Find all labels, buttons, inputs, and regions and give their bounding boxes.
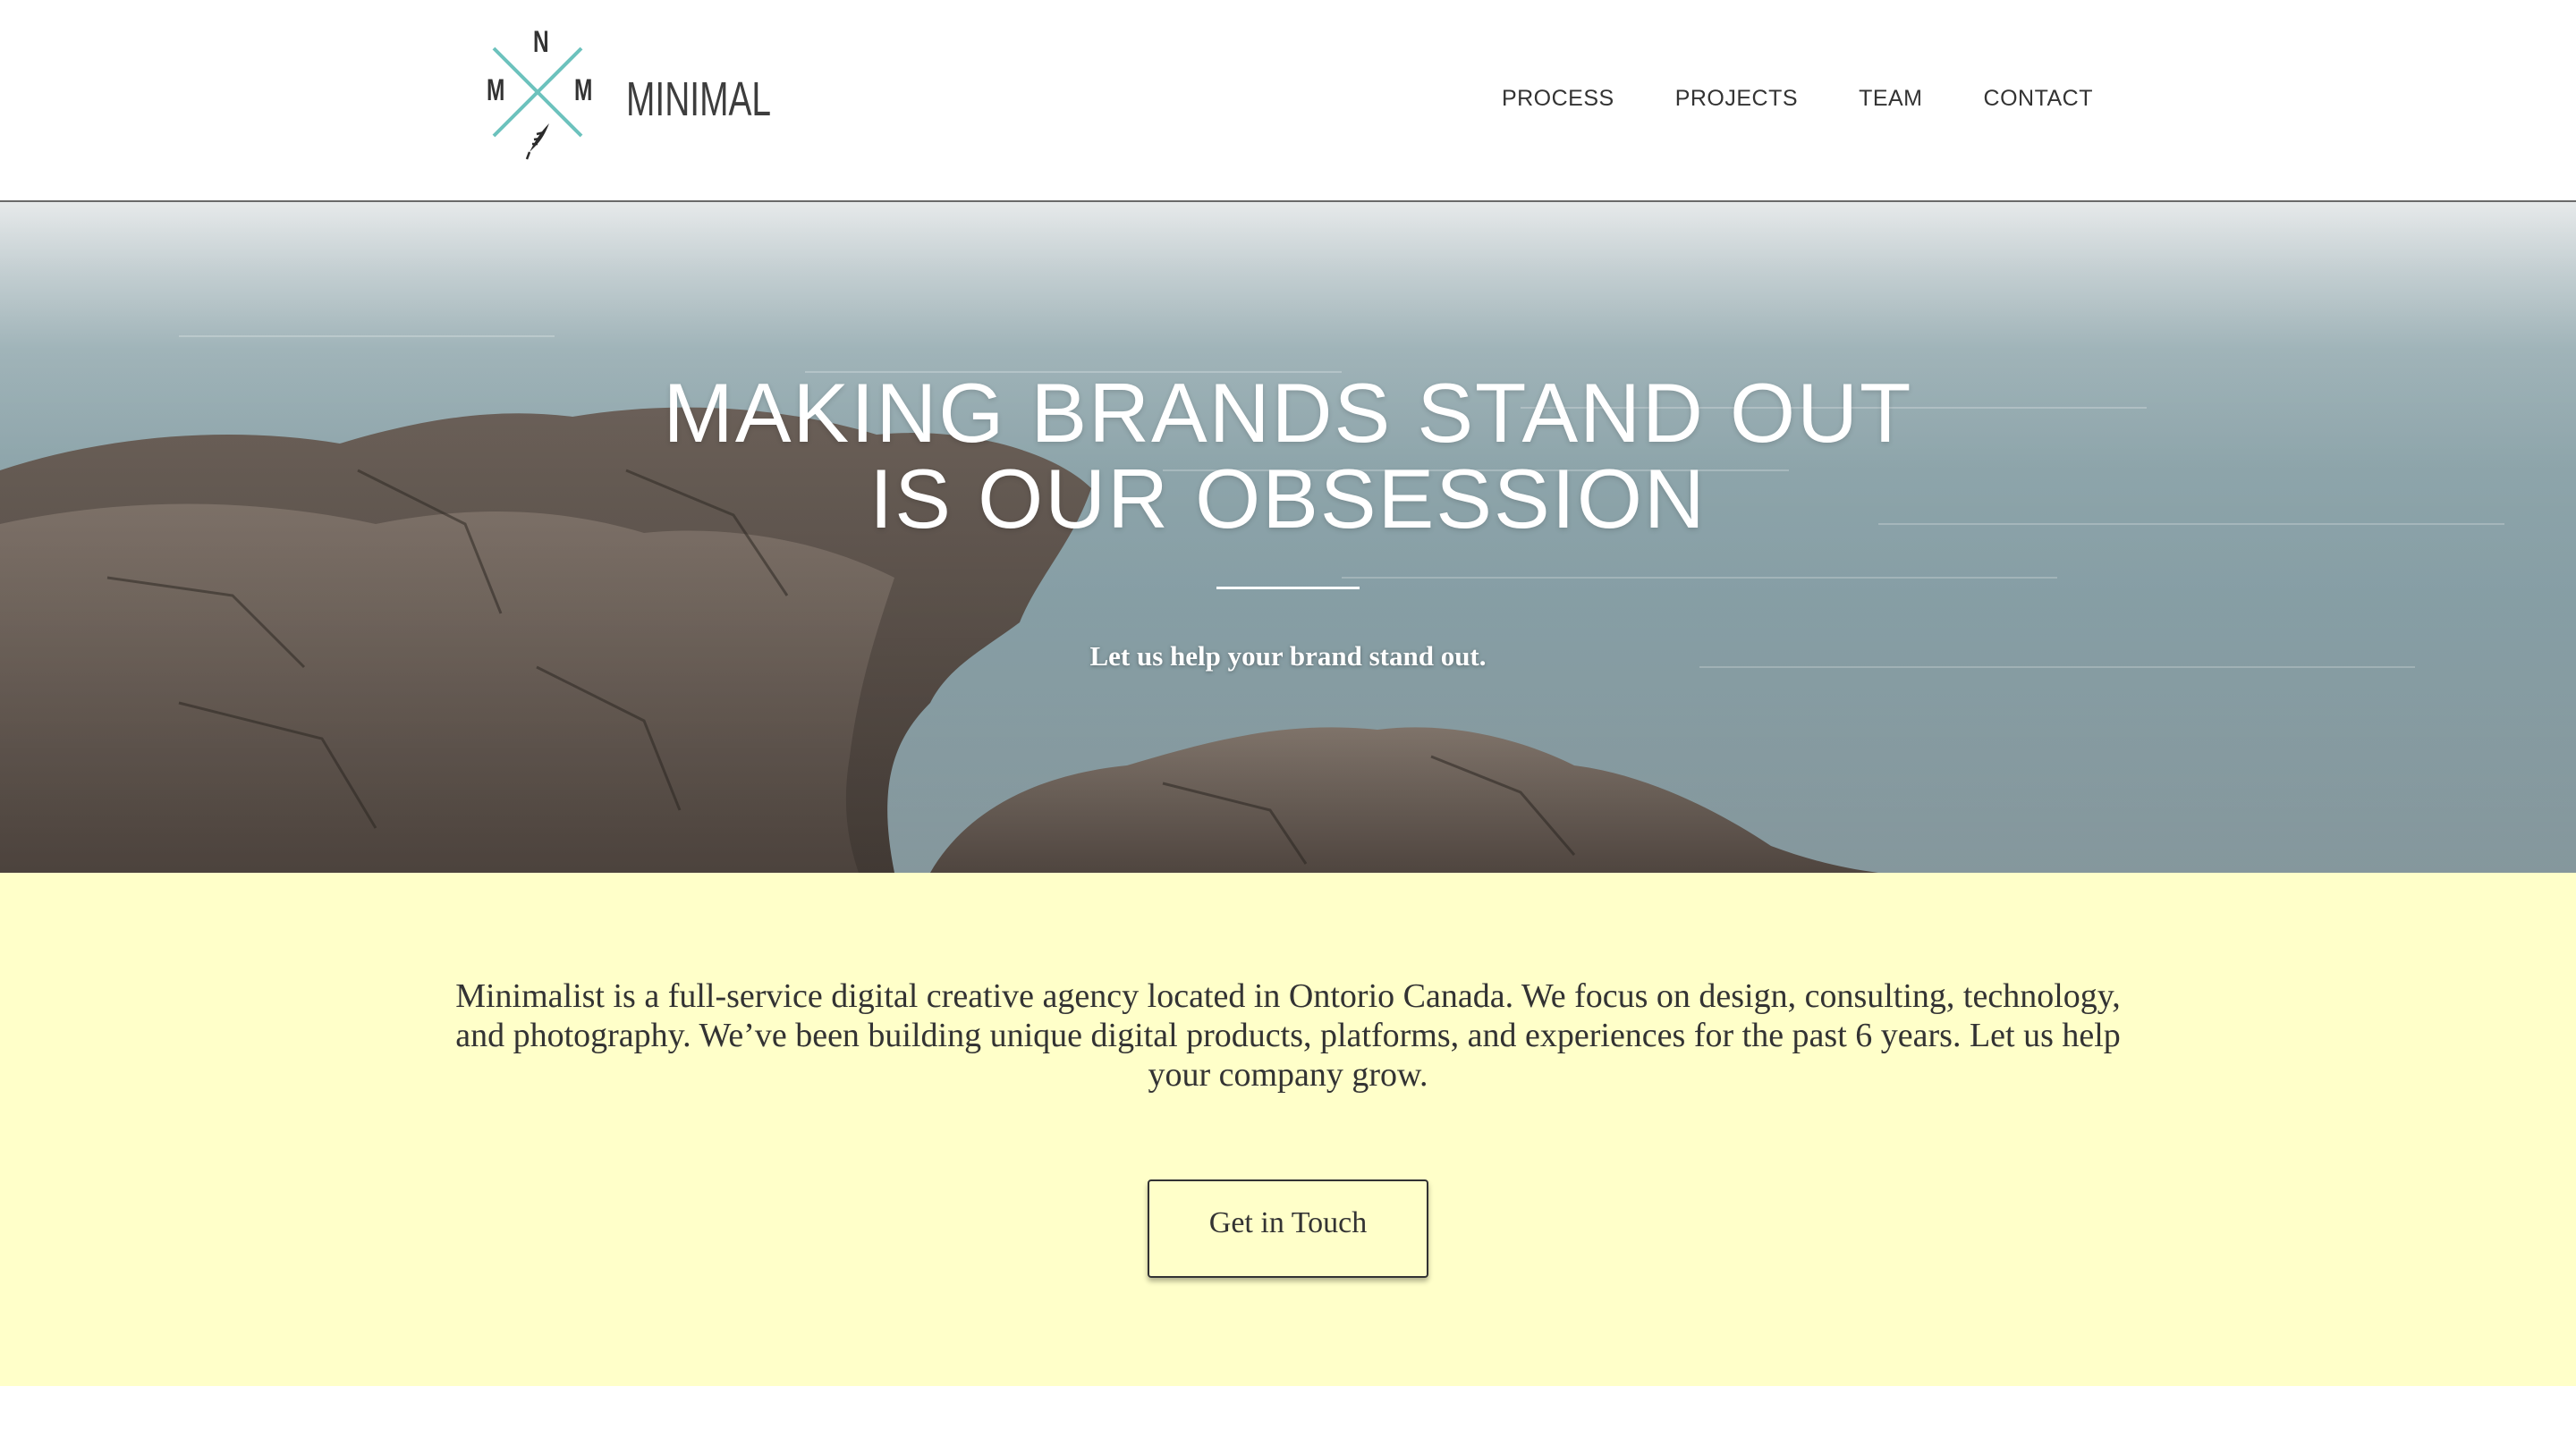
nav-link-process[interactable]: PROCESS [1502,86,1614,116]
logo-mark: N M M [483,25,599,161]
page-bottom-spacer [0,1386,2576,1454]
nav-link-projects[interactable]: PROJECTS [1675,86,1798,116]
hero-section: MAKING BRANDS STAND OUT IS OUR OBSESSION… [0,202,2576,873]
hero-title: MAKING BRANDS STAND OUT IS OUR OBSESSION [0,370,2576,542]
get-in-touch-button[interactable]: Get in Touch [1148,1179,1428,1278]
brand-name: MINIMAL [626,72,772,126]
hero-title-line-2: IS OUR OBSESSION [869,452,1707,545]
hero-divider [1216,587,1360,589]
main-nav: PROCESS PROJECTS TEAM CONTACT [1502,86,2093,116]
hero-title-line-1: MAKING BRANDS STAND OUT [663,366,1913,460]
intro-paragraph: Minimalist is a full-service digital cre… [455,977,2121,1094]
logo-letter-m-left: M [487,73,505,107]
nav-link-team[interactable]: TEAM [1859,86,1922,116]
feather-icon [525,123,549,160]
logo-letter-m-right: M [574,73,593,107]
site-header: N M M MINIMAL PROCESS PROJECTS TEAM CONT… [0,0,2576,202]
logo-link[interactable]: N M M MINIMAL [483,25,772,161]
logo-letter-n: N [533,25,549,59]
nav-link-contact[interactable]: CONTACT [1984,86,2093,116]
hero-subtitle: Let us help your brand stand out. [1089,640,1487,672]
intro-section: Minimalist is a full-service digital cre… [0,873,2576,1386]
